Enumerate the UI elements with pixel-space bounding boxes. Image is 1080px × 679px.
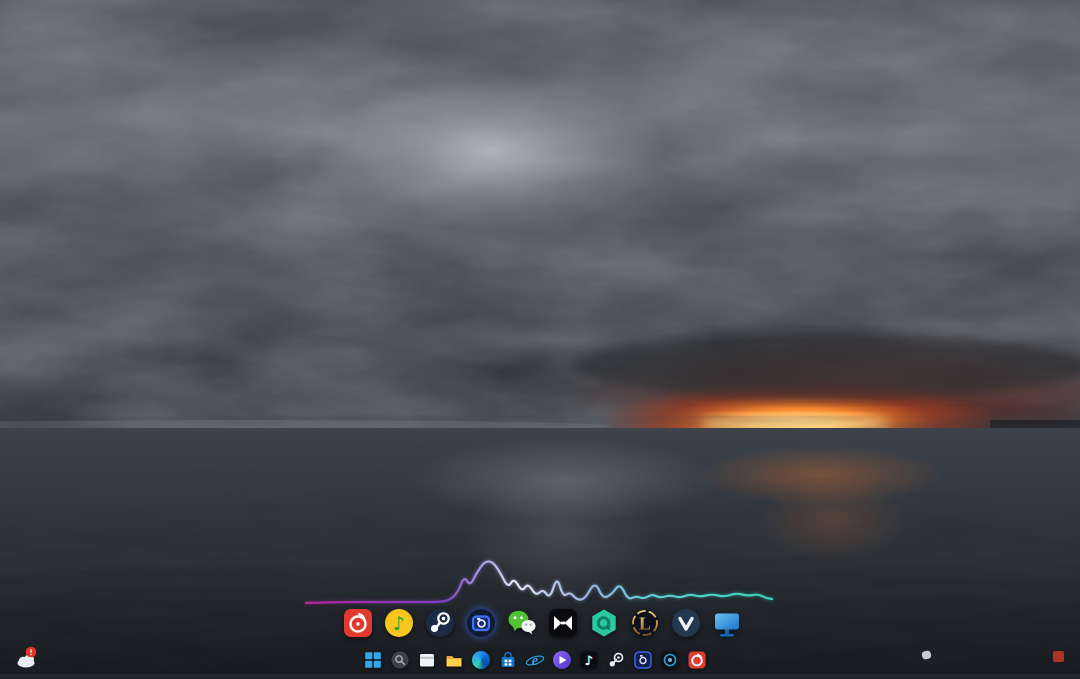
dock-steam[interactable] <box>424 607 456 639</box>
cloud-badge-icon <box>17 646 37 668</box>
edge-icon <box>472 651 490 669</box>
taskbar-douyin-button[interactable]: ♪ ♪ ♪ <box>579 650 599 670</box>
folder-icon <box>446 656 462 667</box>
capcut-icon <box>549 609 577 637</box>
steam-piston-icon <box>609 652 624 667</box>
tray-notification-cloud[interactable] <box>15 644 41 670</box>
monitor-icon <box>715 613 739 637</box>
internet-explorer-icon: e <box>525 653 545 669</box>
desktop-wallpaper <box>0 0 1080 674</box>
window-icon <box>420 654 434 667</box>
taskbar-media-player-button[interactable] <box>552 650 572 670</box>
taskbar-start-button[interactable] <box>363 650 383 670</box>
tray-icon-red[interactable] <box>1053 651 1064 662</box>
taskbar-task-view-button[interactable] <box>417 650 437 670</box>
svg-text:L: L <box>639 614 651 634</box>
wechat-icon <box>508 610 536 635</box>
dock-capcut[interactable] <box>547 607 579 639</box>
dock-qq-music[interactable]: ♪ <box>383 607 415 639</box>
search-icon <box>391 651 409 669</box>
camera-capture-icon-small <box>634 651 652 669</box>
blue-ring-icon <box>661 651 679 669</box>
v-letter-icon <box>672 609 700 637</box>
dock-netease-cloud-music[interactable] <box>342 607 374 639</box>
svg-text:e: e <box>532 653 539 669</box>
qq-music-icon: ♪ <box>385 609 413 637</box>
douyin-note-icon: ♪ ♪ ♪ <box>580 651 598 669</box>
netease-cloud-music-icon <box>344 609 372 637</box>
store-bag-icon <box>501 651 515 667</box>
dock-screen-capture[interactable] <box>465 607 497 639</box>
taskbar-ring-app-button[interactable] <box>660 650 680 670</box>
taskbar-internet-explorer-button[interactable]: e <box>525 650 545 670</box>
league-of-legends-icon: L <box>631 609 659 637</box>
dock: ♪ L <box>342 607 743 639</box>
camera-capture-icon <box>467 609 495 637</box>
windows-logo-icon <box>365 652 381 668</box>
play-button-icon <box>553 651 571 669</box>
svg-text:♪: ♪ <box>585 654 593 669</box>
taskbar-search-button[interactable] <box>390 650 410 670</box>
taskbar-store-button[interactable] <box>498 650 518 670</box>
svg-text:♪: ♪ <box>393 613 405 635</box>
dock-display-app[interactable] <box>711 607 743 639</box>
taskbar-edge-button[interactable] <box>471 650 491 670</box>
green-hexagon-icon <box>592 609 616 637</box>
taskbar-steam-button[interactable] <box>606 650 626 670</box>
taskbar-screen-capture-button[interactable] <box>633 650 653 670</box>
taskbar-file-explorer-button[interactable] <box>444 650 464 670</box>
taskbar: e ♪ ♪ ♪ <box>363 650 707 670</box>
dock-v-app[interactable] <box>670 607 702 639</box>
dock-wechat[interactable] <box>506 607 538 639</box>
dock-league-of-legends[interactable]: L <box>629 607 661 639</box>
steam-icon <box>426 609 454 637</box>
netease-music-icon-small <box>688 651 706 669</box>
taskbar-netease-music-button[interactable] <box>687 650 707 670</box>
dock-hexagon-app[interactable] <box>588 607 620 639</box>
